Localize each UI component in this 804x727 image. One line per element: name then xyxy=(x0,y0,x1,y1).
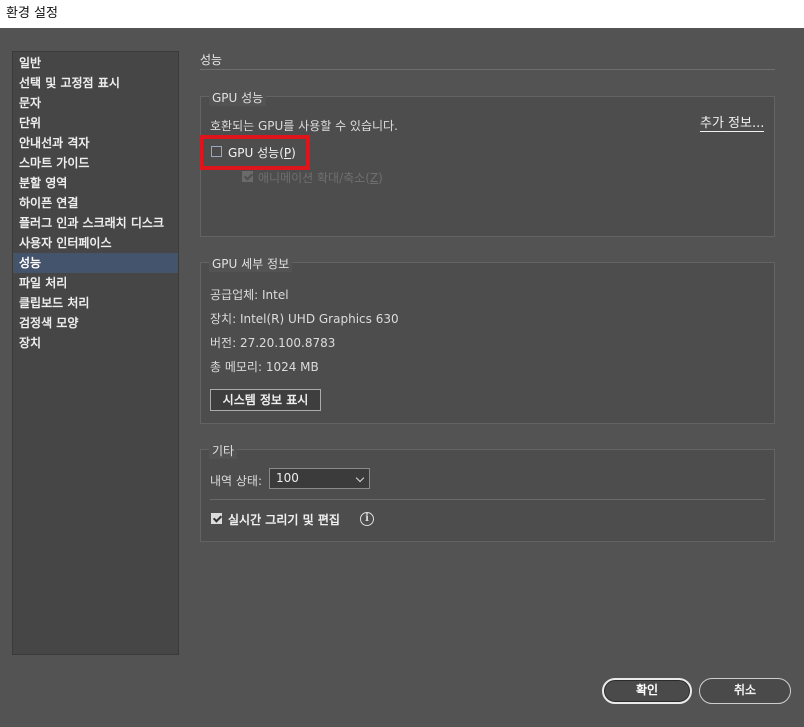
sidebar-item-performance[interactable]: 성능 xyxy=(13,253,178,273)
other-group-label: 기타 xyxy=(209,442,238,459)
animated-zoom-checkbox[interactable] xyxy=(242,171,253,182)
section-divider xyxy=(200,69,775,70)
sidebar-item-smart-guides[interactable]: 스마트 가이드 xyxy=(13,153,178,173)
info-icon[interactable]: i xyxy=(360,512,374,526)
sidebar-item-type[interactable]: 문자 xyxy=(13,93,178,113)
history-states-select[interactable]: 100 xyxy=(269,468,370,489)
gpu-details-group-label: GPU 세부 정보 xyxy=(209,255,293,272)
chevron-down-icon xyxy=(355,473,365,483)
sidebar-item-guides-grid[interactable]: 안내선과 격자 xyxy=(13,133,178,153)
history-states-value: 100 xyxy=(276,471,299,485)
sidebar-item-slices[interactable]: 분할 영역 xyxy=(13,173,178,193)
sidebar-item-units[interactable]: 단위 xyxy=(13,113,178,133)
more-info-link[interactable]: 추가 정보... xyxy=(700,116,765,132)
live-drawing-checkbox[interactable] xyxy=(211,513,222,524)
gpu-vendor-text: 공급업체: Intel xyxy=(210,288,289,302)
gpu-device-text: 장치: Intel(R) UHD Graphics 630 xyxy=(210,312,399,326)
animated-zoom-label[interactable]: 애니메이션 확대/축소(Z) xyxy=(258,169,383,186)
ok-button[interactable]: 확인 xyxy=(602,678,692,704)
sidebar-item-black-appearance[interactable]: 검정색 모양 xyxy=(13,313,178,333)
section-title: 성능 xyxy=(200,53,223,67)
sidebar-item-general[interactable]: 일반 xyxy=(13,53,178,73)
sidebar-item-devices[interactable]: 장치 xyxy=(13,333,178,353)
gpu-total-memory-text: 총 메모리: 1024 MB xyxy=(210,360,319,374)
sidebar-item-plugins-scratch-disks[interactable]: 플러그 인과 스크래치 디스크 xyxy=(13,213,178,233)
gpu-compatible-text: 호환되는 GPU를 사용할 수 있습니다. xyxy=(210,119,398,133)
live-drawing-label[interactable]: 실시간 그리기 및 편집 xyxy=(228,511,340,528)
sidebar-item-clipboard-handling[interactable]: 클립보드 처리 xyxy=(13,293,178,313)
other-group-divider xyxy=(210,499,765,500)
show-system-info-button[interactable]: 시스템 정보 표시 xyxy=(210,389,321,411)
cancel-button[interactable]: 취소 xyxy=(699,678,791,704)
animated-zoom-mnemonic: Z xyxy=(369,171,379,185)
sidebar-item-file-handling[interactable]: 파일 처리 xyxy=(13,273,178,293)
window-title: 환경 설정 xyxy=(0,0,804,28)
sidebar-item-hyphenation[interactable]: 하이픈 연결 xyxy=(13,193,178,213)
history-states-label: 내역 상태: xyxy=(210,474,263,488)
gpu-performance-group-label: GPU 성능 xyxy=(209,89,267,106)
preferences-sidebar: 일반 선택 및 고정점 표시 문자 단위 안내선과 격자 스마트 가이드 분할 … xyxy=(12,51,179,655)
sidebar-item-selection-anchor-display[interactable]: 선택 및 고정점 표시 xyxy=(13,73,178,93)
other-group: 기타 xyxy=(200,442,775,542)
sidebar-item-user-interface[interactable]: 사용자 인터페이스 xyxy=(13,233,178,253)
gpu-version-text: 버전: 27.20.100.8783 xyxy=(210,336,336,350)
highlight-annotation-box xyxy=(199,135,310,170)
animated-zoom-label-text: 애니메이션 확대/축소 xyxy=(258,171,366,185)
